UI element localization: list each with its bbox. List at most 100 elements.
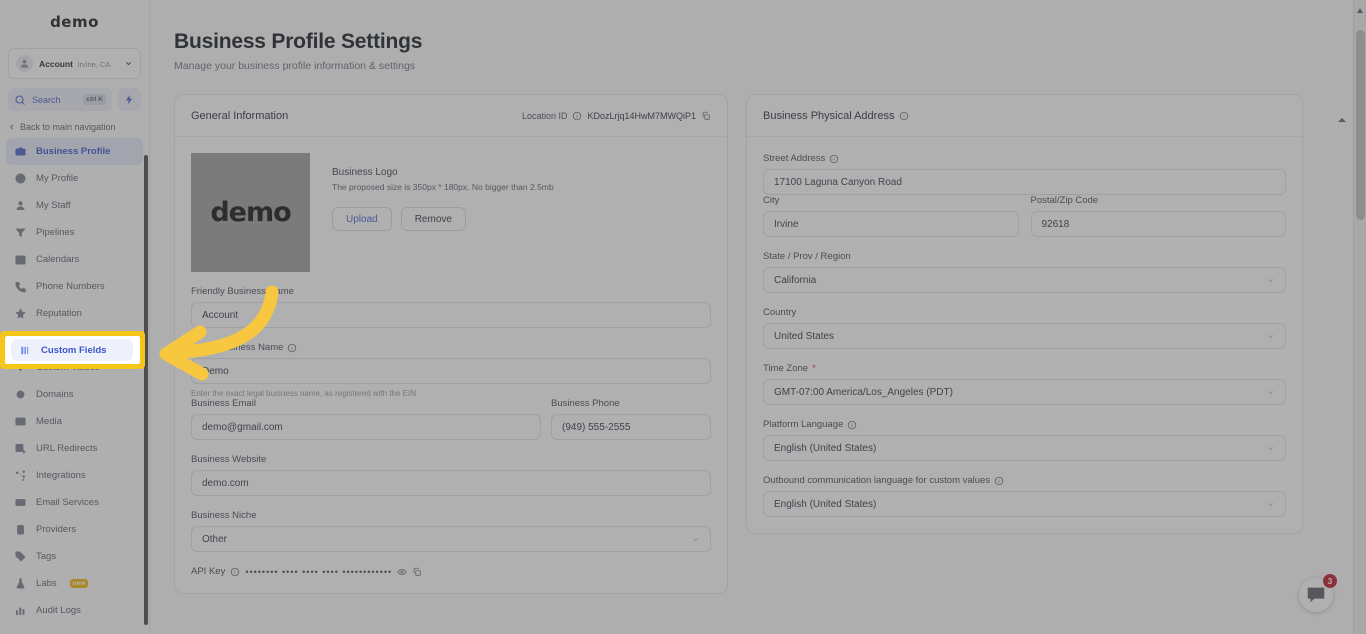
chevron-down-icon <box>125 62 132 66</box>
eye-icon[interactable] <box>397 567 407 577</box>
sidebar-item-label: Providers <box>36 524 77 535</box>
sidebar-scrollbar[interactable] <box>144 155 148 625</box>
business-email-label: Business Email <box>191 398 256 409</box>
chat-widget-button[interactable]: 3 <box>1299 574 1337 612</box>
outbound-language-label-text: Outbound communication language for cust… <box>763 475 991 486</box>
account-switcher[interactable]: Account Irvine, CA <box>8 48 141 79</box>
chat-unread-badge: 3 <box>1323 574 1337 588</box>
outbound-language-label: Outbound communication language for cust… <box>763 475 1286 486</box>
sidebar-item-label: Domains <box>36 389 74 400</box>
sidebar-item-label: URL Redirects <box>36 443 98 454</box>
outbound-language-value: English (United States) <box>774 498 877 510</box>
sidebar-item-my-profile[interactable]: My Profile <box>6 165 143 192</box>
sidebar-item-label: Labs <box>36 578 57 589</box>
platform-language-value: English (United States) <box>774 442 877 454</box>
nodes-icon <box>14 469 27 482</box>
chevron-down-icon <box>1267 334 1274 338</box>
sidebar-item-business-profile[interactable]: Business Profile <box>6 138 143 165</box>
content-scrollbar[interactable] <box>1338 118 1344 634</box>
street-address-input[interactable]: 17100 Laguna Canyon Road <box>763 169 1286 195</box>
friendly-name-input[interactable]: Account <box>191 302 711 328</box>
copy-icon[interactable] <box>701 111 711 121</box>
scroll-up-arrow[interactable] <box>1357 8 1363 13</box>
sidebar-item-label: My Profile <box>36 173 79 184</box>
page-header: Business Profile Settings Manage your bu… <box>150 0 1366 72</box>
business-niche-select[interactable]: Other <box>191 526 711 552</box>
sidebar-item-media[interactable]: Media <box>6 408 143 435</box>
sidebar-item-audit-logs[interactable]: Audit Logs <box>6 597 143 624</box>
city-input[interactable]: Irvine <box>763 211 1019 237</box>
info-icon <box>900 111 909 120</box>
legal-name-input[interactable]: Demo <box>191 358 711 384</box>
image-icon <box>14 415 27 428</box>
flask-icon <box>14 577 27 590</box>
zip-input[interactable]: 92618 <box>1030 211 1286 237</box>
info-icon <box>994 476 1004 485</box>
country-select[interactable]: United States <box>763 323 1286 349</box>
business-niche-label: Business Niche <box>191 510 257 521</box>
sidebar-item-providers[interactable]: Providers <box>6 516 143 543</box>
chevron-left-icon <box>10 124 14 130</box>
business-phone-label: Business Phone <box>551 398 620 409</box>
location-id-group: Location ID KDozLrjq14HwM7MWQiP1 <box>522 111 711 121</box>
info-icon <box>830 154 839 163</box>
sidebar-item-integrations[interactable]: Integrations <box>6 462 143 489</box>
business-logo-image: demo <box>191 153 310 272</box>
columns-icon <box>19 344 32 357</box>
sidebar-item-labs[interactable]: Labs new <box>6 570 143 597</box>
sidebar-item-phone-numbers[interactable]: Phone Numbers <box>6 273 143 300</box>
quick-actions-button[interactable] <box>118 88 141 111</box>
info-icon <box>848 420 857 429</box>
sidebar-item-reputation[interactable]: Reputation <box>6 300 143 327</box>
redirect-icon <box>14 442 27 455</box>
business-niche-value: Other <box>202 533 228 545</box>
sidebar-item-tags[interactable]: Tags <box>6 543 143 570</box>
sidebar-item-label: Business Profile <box>36 146 111 157</box>
upload-button[interactable]: Upload <box>332 207 392 231</box>
zip-group: Postal/Zip Code 92618 <box>1030 195 1286 237</box>
sidebar-item-pipelines[interactable]: Pipelines <box>6 219 143 246</box>
search-shortcut: ctrl K <box>83 94 106 105</box>
page-subtitle: Manage your business profile information… <box>174 60 416 72</box>
sidebar-item-calendars[interactable]: Calendars <box>6 246 143 273</box>
sidebar-item-label: My Staff <box>36 200 71 211</box>
city-group: City Irvine <box>763 195 1019 237</box>
sidebar-item-url-redirects[interactable]: URL Redirects <box>6 435 143 462</box>
city-label: City <box>763 195 780 206</box>
account-location: Irvine, CA <box>77 60 111 70</box>
sidebar: demo Account Irvine, CA Search ctrl K Ba… <box>0 0 150 634</box>
back-to-main-navigation[interactable]: Back to main navigation <box>8 122 141 132</box>
sidebar-item-email-services[interactable]: Email Services <box>6 489 143 516</box>
briefcase-icon <box>14 145 27 158</box>
info-icon <box>231 567 240 576</box>
friendly-name-label-text: Friendly Business Name <box>191 286 294 297</box>
sidebar-item-my-staff[interactable]: My Staff <box>6 192 143 219</box>
sidebar-item-domains[interactable]: Domains <box>6 381 143 408</box>
email-phone-row: Business Email demo@gmail.com Business P… <box>191 398 711 440</box>
legal-name-label-text: Legal Business Name <box>191 342 284 353</box>
envelope-icon <box>14 496 27 509</box>
required-marker: * <box>812 363 816 374</box>
window-scrollbar-thumb[interactable] <box>1356 30 1365 220</box>
star-icon <box>14 307 27 320</box>
business-phone-input[interactable]: (949) 555-2555 <box>551 414 711 440</box>
platform-language-select[interactable]: English (United States) <box>763 435 1286 461</box>
business-email-input[interactable]: demo@gmail.com <box>191 414 541 440</box>
state-select[interactable]: California <box>763 267 1286 293</box>
sidebar-item-label: Integrations <box>36 470 86 481</box>
street-address-label: Street Address <box>763 153 1286 164</box>
remove-button[interactable]: Remove <box>400 207 466 231</box>
window-scrollbar[interactable] <box>1353 0 1366 634</box>
timezone-label: Time Zone * <box>763 363 1286 374</box>
business-website-input[interactable]: demo.com <box>191 470 711 496</box>
outbound-language-select[interactable]: English (United States) <box>763 491 1286 517</box>
timezone-select[interactable]: GMT-07:00 America/Los_Angeles (PDT) <box>763 379 1286 405</box>
business-logo-title: Business Logo <box>332 167 398 178</box>
chevron-down-icon <box>1267 446 1274 450</box>
search-input[interactable]: Search ctrl K <box>8 88 112 111</box>
friendly-name-label: Friendly Business Name <box>191 286 711 297</box>
highlighted-sidebar-item-custom-fields[interactable]: Custom Fields <box>11 339 133 361</box>
logo-button-row: Upload Remove <box>332 207 554 231</box>
sidebar-item-label: Reputation <box>36 308 82 319</box>
copy-icon[interactable] <box>412 567 422 577</box>
